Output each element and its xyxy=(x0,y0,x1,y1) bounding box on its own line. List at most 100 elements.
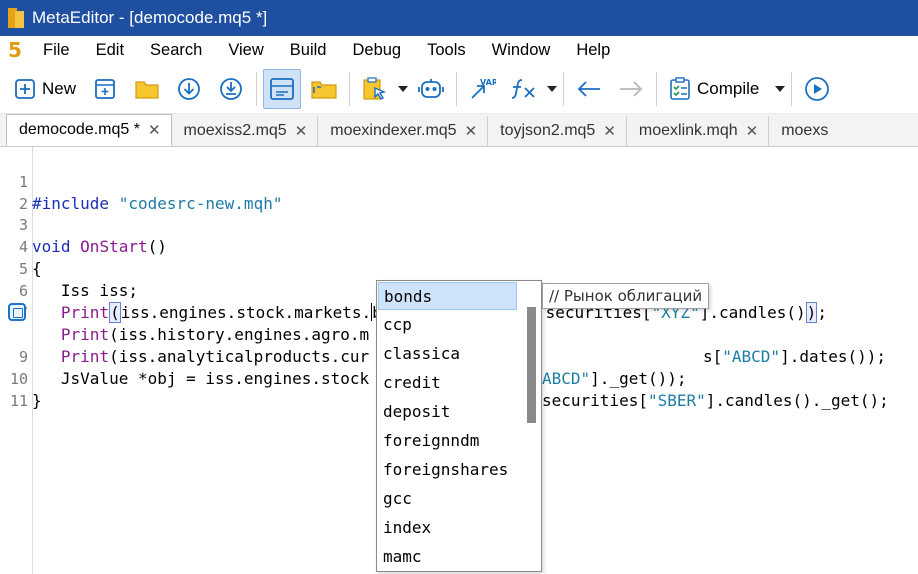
start-debug-button[interactable] xyxy=(798,69,836,109)
tab-moexlink[interactable]: moexlink.mqh ✕ xyxy=(627,116,770,146)
autocomplete-item[interactable]: classica xyxy=(378,340,517,368)
close-icon[interactable]: ✕ xyxy=(603,122,616,140)
navigator-toggle-button[interactable] xyxy=(263,68,302,109)
menu-debug[interactable]: Debug xyxy=(339,41,414,60)
code-line: 4 { xyxy=(0,214,42,278)
code-text: ]._get()); xyxy=(590,369,687,388)
code-text: (iss.analyticalproducts.cur xyxy=(109,347,370,366)
code-text: s[ xyxy=(703,347,723,366)
code-line: 6 Print(iss.engines.stock.markets.bonds.… xyxy=(0,258,827,323)
code-line: 11 xyxy=(0,368,39,410)
window-title: MetaEditor - [democode.mq5 *] xyxy=(32,8,268,27)
autocomplete-item[interactable]: credit xyxy=(378,369,517,397)
autocomplete-item[interactable]: mamc xyxy=(378,543,517,571)
code-text: ].candles()._get(); xyxy=(705,391,889,410)
tab-label: moexlink.mqh xyxy=(638,122,738,139)
arrow-left-icon xyxy=(577,80,601,97)
title-bar: MetaEditor - [democode.mq5 *] xyxy=(0,0,918,36)
save-all-button[interactable] xyxy=(212,69,250,109)
new-window-button[interactable] xyxy=(86,69,124,109)
close-icon[interactable]: ✕ xyxy=(465,122,478,140)
autocomplete-item[interactable]: bonds xyxy=(378,282,517,310)
panel-icon xyxy=(270,77,294,100)
compile-button[interactable]: Compile xyxy=(663,69,765,109)
menu-build[interactable]: Build xyxy=(277,41,340,60)
data-folder-button[interactable] xyxy=(305,69,343,109)
close-icon[interactable]: ✕ xyxy=(148,121,161,139)
code-text: securities[ xyxy=(542,391,648,410)
string-literal: "ABCD" xyxy=(722,347,781,366)
new-window-icon xyxy=(95,78,115,99)
dropdown-arrow-icon xyxy=(775,85,786,92)
close-icon[interactable]: ✕ xyxy=(295,122,308,140)
code-text: ; xyxy=(817,303,827,322)
menu-window[interactable]: Window xyxy=(479,41,564,60)
clipboard-cursor-icon xyxy=(363,76,387,100)
preprocessor-directive: #include xyxy=(32,194,110,213)
new-button[interactable]: New xyxy=(8,69,82,109)
dropdown-arrow-icon xyxy=(398,85,409,92)
download-button[interactable] xyxy=(170,69,208,109)
bracket-highlight: ) xyxy=(805,302,818,323)
new-file-icon xyxy=(15,78,35,99)
back-button[interactable] xyxy=(570,69,608,109)
tab-moexiss2[interactable]: moexiss2.mq5 ✕ xyxy=(172,116,319,146)
toolbar-separator xyxy=(349,71,351,106)
autocomplete-item[interactable]: deposit xyxy=(378,398,517,426)
wizard-button[interactable] xyxy=(356,69,394,109)
metaeditor-logo-icon xyxy=(8,8,24,28)
close-icon[interactable]: ✕ xyxy=(746,122,759,140)
code-line: 1 #include "codesrc-new.mqh" xyxy=(0,149,283,213)
robot-icon xyxy=(418,78,444,98)
community-button[interactable] xyxy=(412,69,450,109)
tab-moexs[interactable]: moexs xyxy=(769,116,838,146)
toolbar-separator xyxy=(563,71,565,106)
function-icon xyxy=(511,78,535,99)
functions-button[interactable] xyxy=(505,69,543,109)
menu-search[interactable]: Search xyxy=(137,41,215,60)
autocomplete-item[interactable]: ccp xyxy=(378,311,517,339)
checklist-icon xyxy=(670,76,690,100)
function-name: Print xyxy=(60,325,110,344)
autocomplete-scrollbar[interactable] xyxy=(524,285,538,567)
autocomplete-list[interactable]: bonds ccp classica credit deposit foreig… xyxy=(376,280,542,572)
code-text: JsValue *obj = iss.engines.stock xyxy=(32,369,370,388)
function-name: Print xyxy=(60,347,110,366)
variables-button[interactable]: VAR xyxy=(463,69,501,109)
tab-label: democode.mq5 * xyxy=(19,121,140,138)
menu-file[interactable]: File xyxy=(30,41,83,60)
tab-moexindexer[interactable]: moexindexer.mq5 ✕ xyxy=(318,116,489,146)
var-arrow-icon: VAR xyxy=(471,78,496,99)
tab-democode[interactable]: democode.mq5 * ✕ xyxy=(6,114,172,146)
open-folder-button[interactable] xyxy=(128,69,166,109)
code-text: () xyxy=(147,237,167,256)
menu-view[interactable]: View xyxy=(215,41,276,60)
toolbar-separator xyxy=(456,71,458,106)
breakpoint-marker-icon[interactable] xyxy=(8,303,26,321)
document-tabs: democode.mq5 * ✕ moexiss2.mq5 ✕ moexinde… xyxy=(0,114,918,147)
autocomplete-item[interactable]: gcc xyxy=(378,485,517,513)
menu-help[interactable]: Help xyxy=(563,41,623,60)
tab-toyjson2[interactable]: toyjson2.mq5 ✕ xyxy=(488,116,627,146)
tab-label: moexindexer.mq5 xyxy=(330,122,457,139)
code-line: 3 void OnStart() xyxy=(0,192,167,256)
arrow-right-icon xyxy=(620,80,643,97)
autocomplete-item[interactable]: foreignshares xyxy=(378,456,517,484)
code-text: iss.engines.stock.markets. xyxy=(120,303,372,322)
wizard-dropdown[interactable] xyxy=(396,85,410,93)
functions-dropdown[interactable] xyxy=(545,85,559,93)
app-menu-icon[interactable]: 5 xyxy=(0,38,30,62)
code-line: 10 } xyxy=(0,346,42,410)
forward-button[interactable] xyxy=(612,69,650,109)
autocomplete-item[interactable]: foreignndm xyxy=(378,427,517,455)
download-circle-icon xyxy=(178,77,200,100)
menu-tools[interactable]: Tools xyxy=(414,41,479,60)
code-text: ].candles() xyxy=(699,303,806,322)
play-circle-icon xyxy=(805,76,830,101)
code-line: 9 JsValue *obj = iss.engines.stock secur… xyxy=(0,324,889,410)
tab-label: toyjson2.mq5 xyxy=(500,122,596,139)
autocomplete-item[interactable]: index xyxy=(378,514,517,542)
menu-edit[interactable]: Edit xyxy=(83,41,137,60)
compile-dropdown[interactable] xyxy=(773,85,787,93)
scrollbar-thumb[interactable] xyxy=(527,307,536,423)
